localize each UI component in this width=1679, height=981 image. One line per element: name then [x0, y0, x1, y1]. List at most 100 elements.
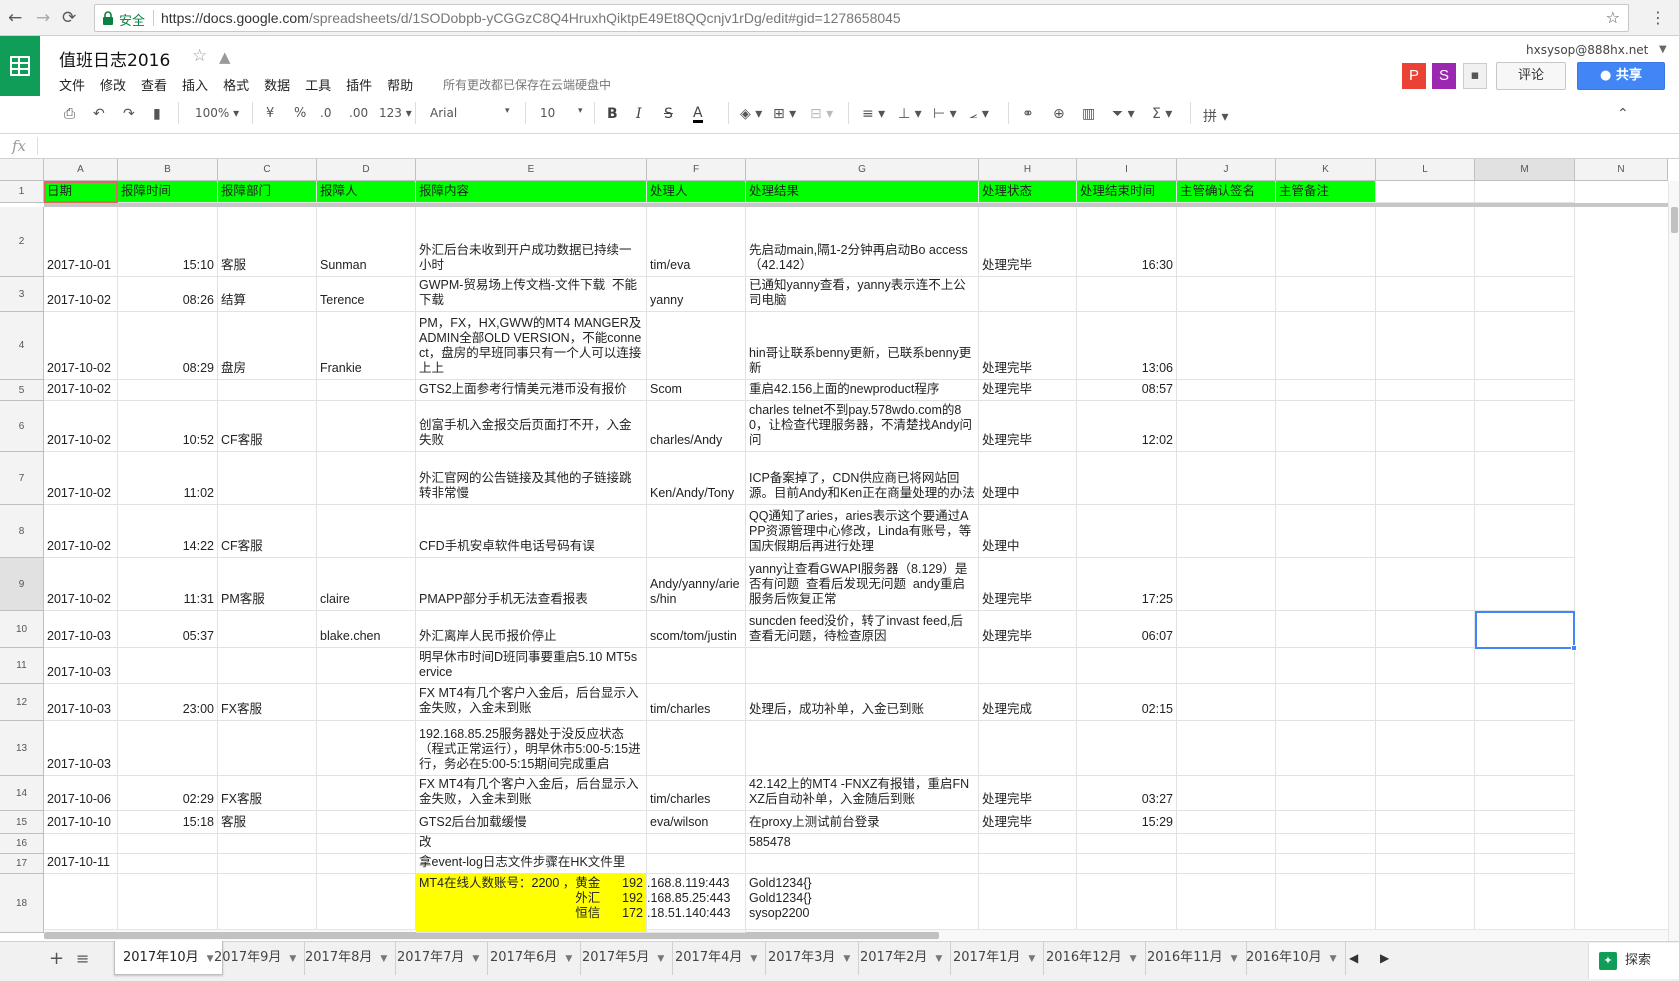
table-cell[interactable]: 处理完毕: [979, 380, 1077, 401]
table-cell[interactable]: [1276, 380, 1376, 401]
borders-icon[interactable]: ⊞ ▾: [773, 106, 796, 122]
collaborator-avatar-p[interactable]: P: [1402, 63, 1426, 89]
table-cell[interactable]: [1376, 611, 1475, 648]
sheet-tab[interactable]: 2017年5月 ▼: [574, 941, 674, 975]
table-cell[interactable]: 客服: [218, 207, 317, 277]
table-cell[interactable]: 处理完成: [979, 684, 1077, 721]
sheet-tab-menu-icon[interactable]: ▼: [1231, 954, 1238, 964]
add-sheet-icon[interactable]: +: [49, 948, 64, 969]
menu-help[interactable]: 帮助: [387, 79, 413, 94]
table-cell[interactable]: 2017-10-03: [44, 648, 118, 684]
table-cell[interactable]: 08:29: [118, 312, 218, 380]
row-header-12[interactable]: 12: [0, 684, 44, 721]
table-cell[interactable]: [1376, 721, 1475, 776]
table-cell[interactable]: [1376, 834, 1475, 854]
align-left-icon[interactable]: ≡ ▾: [862, 106, 885, 122]
table-cell[interactable]: [1376, 401, 1475, 452]
chat-icon[interactable]: ▪: [1463, 63, 1487, 89]
table-cell[interactable]: Terence: [317, 277, 416, 312]
row-header-13[interactable]: 13: [0, 721, 44, 776]
table-cell[interactable]: 2017-10-03: [44, 684, 118, 721]
table-cell[interactable]: [1177, 207, 1276, 277]
table-cell[interactable]: 2017-10-02: [44, 312, 118, 380]
sheet-tab-menu-icon[interactable]: ▼: [657, 954, 664, 964]
all-sheets-icon[interactable]: ≡: [76, 949, 89, 968]
strikethrough-button[interactable]: S: [664, 106, 673, 122]
table-cell[interactable]: tim/charles: [647, 684, 746, 721]
table-cell[interactable]: [1475, 834, 1575, 854]
table-cell[interactable]: 明早休市时间D班同事要重启5.10 MT5service: [416, 648, 647, 684]
back-icon[interactable]: ←: [8, 8, 22, 28]
table-cell[interactable]: [1376, 854, 1475, 874]
table-cell[interactable]: Gold1234{} Gold1234{} sysop2200: [746, 874, 979, 933]
table-cell[interactable]: charles telnet不到pay.578wdo.com的80，让检查代理服…: [746, 401, 979, 452]
header-cell[interactable]: 主管确认签名: [1177, 181, 1276, 203]
table-cell[interactable]: 23:00: [118, 684, 218, 721]
table-cell[interactable]: [1077, 854, 1177, 874]
merge-cells-icon[interactable]: ⊟ ▾: [810, 106, 833, 122]
table-cell[interactable]: 05:37: [118, 611, 218, 648]
column-header-b[interactable]: B: [118, 159, 218, 181]
table-cell[interactable]: [1376, 811, 1475, 834]
header-cell[interactable]: 处理人: [647, 181, 746, 203]
table-cell[interactable]: 处理中: [979, 505, 1077, 558]
column-header-c[interactable]: C: [218, 159, 317, 181]
row-header-3[interactable]: 3: [0, 277, 44, 312]
table-cell[interactable]: [1276, 854, 1376, 874]
text-wrap-icon[interactable]: ⊢ ▾: [933, 106, 957, 122]
bold-button[interactable]: B: [607, 106, 618, 122]
table-cell[interactable]: FX MT4有几个客户入金后，后台显示入金失败，入金未到账: [416, 684, 647, 721]
table-cell[interactable]: [118, 874, 218, 933]
column-header-h[interactable]: H: [979, 159, 1077, 181]
table-cell[interactable]: [1177, 834, 1276, 854]
table-cell[interactable]: GWPM-贸易场上传文档-文件下载 不能下载: [416, 277, 647, 312]
table-cell[interactable]: 16:30: [1077, 207, 1177, 277]
table-cell[interactable]: tim/charles: [647, 776, 746, 811]
table-cell[interactable]: [317, 648, 416, 684]
table-cell[interactable]: FX MT4有几个客户入金后，后台显示入金失败，入金未到账: [416, 776, 647, 811]
table-cell[interactable]: [1376, 648, 1475, 684]
print-icon[interactable]: ⎙: [64, 106, 75, 122]
selected-cell[interactable]: [1475, 611, 1575, 649]
sheet-tab[interactable]: 2017年8月 ▼: [297, 941, 397, 975]
table-cell[interactable]: [647, 854, 746, 874]
table-cell[interactable]: [979, 874, 1077, 933]
table-cell[interactable]: [218, 834, 317, 854]
vertical-scrollbar[interactable]: [1668, 181, 1679, 943]
table-cell[interactable]: 02:15: [1077, 684, 1177, 721]
table-cell[interactable]: [1276, 811, 1376, 834]
row-header-17[interactable]: 17: [0, 854, 44, 874]
table-cell[interactable]: [1276, 558, 1376, 611]
menu-file[interactable]: 文件: [59, 79, 85, 94]
table-cell[interactable]: FX客服: [218, 776, 317, 811]
table-cell[interactable]: [1177, 277, 1276, 312]
table-cell[interactable]: 192.168.85.25服务器处于没反应状态（程式正常运行），明早休市5:00…: [416, 721, 647, 776]
table-cell[interactable]: [118, 380, 218, 401]
forward-icon[interactable]: →: [36, 8, 50, 28]
table-cell[interactable]: 外汇后台未收到开户成功数据已持续一小时: [416, 207, 647, 277]
table-cell[interactable]: [1376, 505, 1475, 558]
table-cell[interactable]: .168.8.119:443 .168.85.25:443 .18.51.140…: [647, 874, 746, 933]
table-cell[interactable]: CFD手机安卓软件电话号码有误: [416, 505, 647, 558]
table-cell[interactable]: [44, 834, 118, 854]
row-header-18[interactable]: 18: [0, 874, 44, 933]
table-cell[interactable]: [1177, 380, 1276, 401]
table-cell[interactable]: 处理完毕: [979, 776, 1077, 811]
table-cell[interactable]: 处理后，成功补单，入金已到账: [746, 684, 979, 721]
increase-decimals-button[interactable]: .00: [349, 106, 368, 120]
column-header-a[interactable]: A: [44, 159, 118, 181]
table-cell[interactable]: CF客服: [218, 401, 317, 452]
fill-handle[interactable]: [1571, 645, 1577, 651]
table-cell[interactable]: [1276, 401, 1376, 452]
table-cell[interactable]: claire: [317, 558, 416, 611]
table-cell[interactable]: 03:27: [1077, 776, 1177, 811]
table-cell[interactable]: [746, 721, 979, 776]
table-cell[interactable]: [1276, 721, 1376, 776]
zoom-select[interactable]: 100% ▾: [195, 106, 239, 120]
table-cell[interactable]: [1276, 648, 1376, 684]
table-cell[interactable]: 13:06: [1077, 312, 1177, 380]
table-cell[interactable]: CF客服: [218, 505, 317, 558]
explore-button[interactable]: ✦ 探索: [1588, 943, 1679, 979]
table-cell[interactable]: [1177, 611, 1276, 648]
table-cell[interactable]: eva/wilson: [647, 811, 746, 834]
